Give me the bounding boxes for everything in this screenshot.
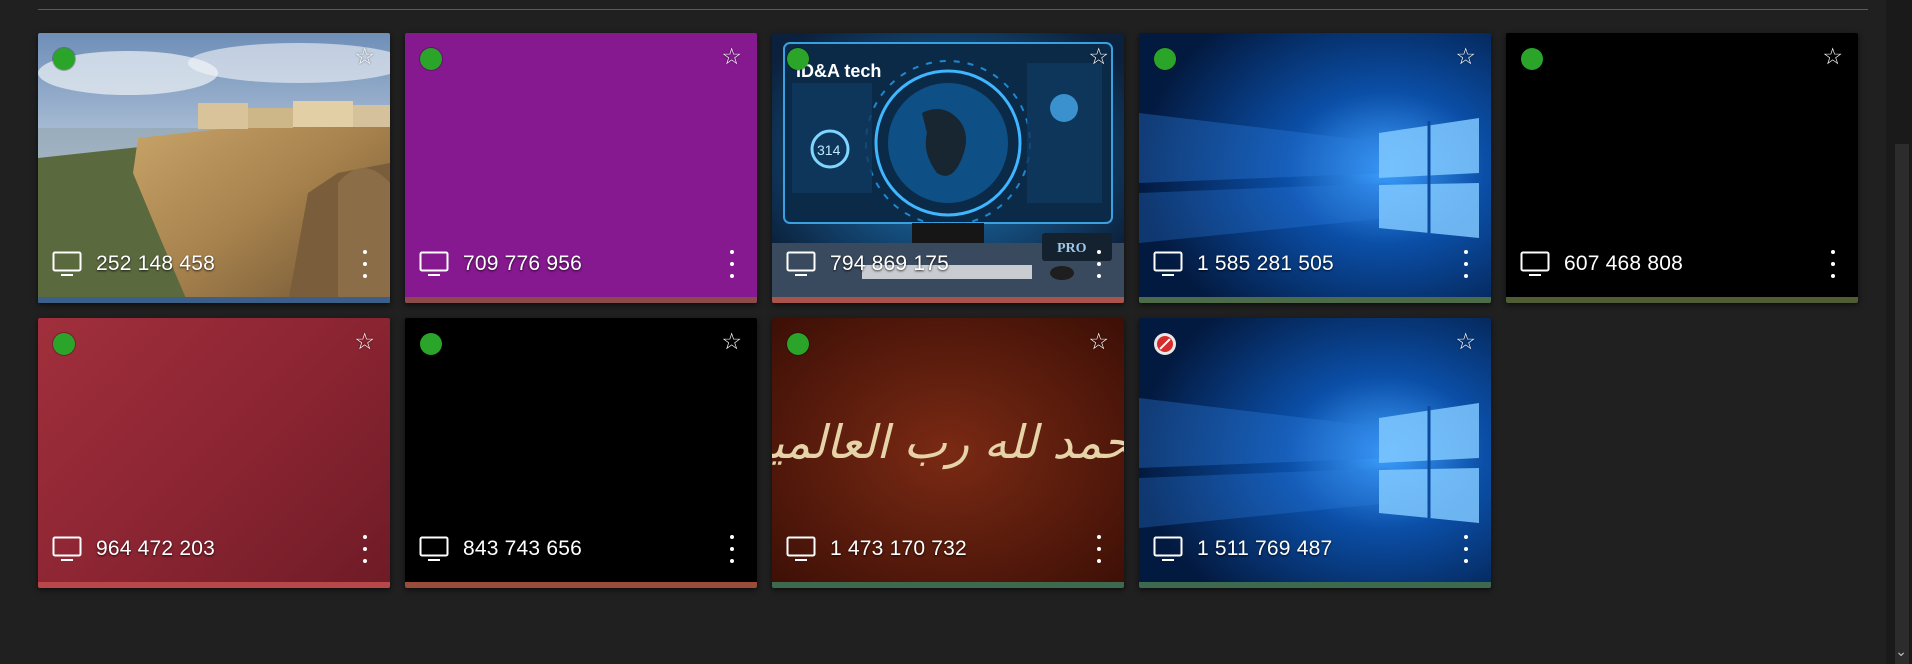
monitor-icon (52, 251, 82, 276)
device-tile[interactable]: ID&A tech 314 PRO ☆ 794 869 175 (772, 33, 1124, 303)
star-outline-icon[interactable]: ☆ (1455, 330, 1476, 354)
calligraphy-text: الحمد لله رب العالمين (772, 415, 1124, 470)
chevron-down-icon[interactable]: ⌄ (1895, 644, 1907, 660)
status-online-icon (420, 48, 442, 70)
more-vertical-icon[interactable] (360, 250, 370, 278)
device-tile[interactable]: ☆ 843 743 656 (405, 318, 757, 588)
device-tile[interactable]: ☆ 607 468 808 (1506, 33, 1858, 303)
star-outline-icon[interactable]: ☆ (1088, 45, 1109, 69)
more-vertical-icon[interactable] (727, 250, 737, 278)
monitor-icon (1153, 251, 1183, 276)
device-id: 1 585 281 505 (1197, 252, 1334, 275)
device-tile[interactable]: ☆ 252 148 458 (38, 33, 390, 303)
monitor-icon (1153, 536, 1183, 561)
star-outline-icon[interactable]: ☆ (354, 45, 375, 69)
monitor-icon (52, 536, 82, 561)
more-vertical-icon[interactable] (1094, 535, 1104, 563)
device-id: 709 776 956 (463, 252, 582, 275)
status-online-icon (787, 333, 809, 355)
tile-accent-bar (405, 297, 757, 303)
star-outline-icon[interactable]: ☆ (1455, 45, 1476, 69)
device-id: 1 511 769 487 (1197, 537, 1333, 560)
more-vertical-icon[interactable] (1461, 250, 1471, 278)
vertical-scrollbar[interactable]: ⌄ (1886, 0, 1912, 664)
device-tile[interactable]: الحمد لله رب العالمين ☆ 1 473 170 732 (772, 318, 1124, 588)
monitor-icon (1520, 251, 1550, 276)
more-vertical-icon[interactable] (1828, 250, 1838, 278)
tile-accent-bar (1506, 297, 1858, 303)
device-id: 607 468 808 (1564, 252, 1683, 275)
device-id: 252 148 458 (96, 252, 215, 275)
more-vertical-icon[interactable] (360, 535, 370, 563)
more-vertical-icon[interactable] (727, 535, 737, 563)
status-online-icon (1521, 48, 1543, 70)
tile-accent-bar (772, 582, 1124, 588)
device-tile[interactable]: ☆ 709 776 956 (405, 33, 757, 303)
tech-title-text: ID&A tech (796, 61, 881, 81)
star-outline-icon[interactable]: ☆ (1088, 330, 1109, 354)
more-vertical-icon[interactable] (1461, 535, 1471, 563)
star-outline-icon[interactable]: ☆ (354, 330, 375, 354)
star-outline-icon[interactable]: ☆ (1822, 45, 1843, 69)
tech-metric-text: 314 (817, 142, 841, 158)
device-tile[interactable]: ☆ 1 511 769 487 (1139, 318, 1491, 588)
monitor-icon (419, 251, 449, 276)
status-online-icon (420, 333, 442, 355)
monitor-icon (786, 251, 816, 276)
tile-accent-bar (1139, 582, 1491, 588)
device-tile[interactable]: ☆ 964 472 203 (38, 318, 390, 588)
status-online-icon (1154, 48, 1176, 70)
status-online-icon (53, 333, 75, 355)
monitor-icon (786, 536, 816, 561)
more-vertical-icon[interactable] (1094, 250, 1104, 278)
device-tile[interactable]: ☆ 1 585 281 505 (1139, 33, 1491, 303)
monitor-icon (419, 536, 449, 561)
scroll-thumb[interactable] (1895, 144, 1909, 664)
device-grid: ☆ 252 148 458 ☆ 709 776 956 ID&A tech 31… (0, 0, 1880, 664)
status-online-icon (53, 48, 75, 70)
device-id: 843 743 656 (463, 537, 582, 560)
star-outline-icon[interactable]: ☆ (721, 45, 742, 69)
tile-accent-bar (405, 582, 757, 588)
star-outline-icon[interactable]: ☆ (721, 330, 742, 354)
blocked-icon (1154, 333, 1176, 355)
device-id: 794 869 175 (830, 252, 949, 275)
tile-accent-bar (38, 297, 390, 303)
tile-accent-bar (38, 582, 390, 588)
tile-accent-bar (772, 297, 1124, 303)
tile-accent-bar (1139, 297, 1491, 303)
status-online-icon (787, 48, 809, 70)
device-id: 1 473 170 732 (830, 537, 967, 560)
device-id: 964 472 203 (96, 537, 215, 560)
